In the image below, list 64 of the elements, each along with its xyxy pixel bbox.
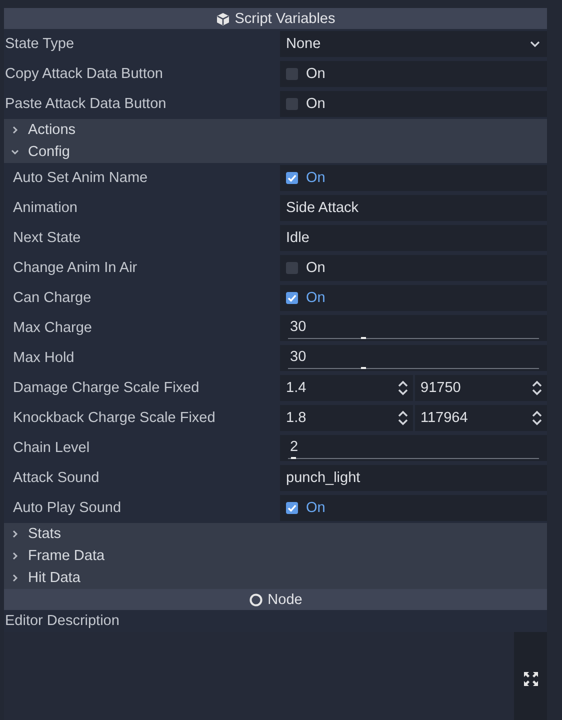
- property-label: Auto Play Sound: [12, 500, 122, 516]
- property-label: Editor Description: [4, 613, 120, 629]
- group-label: Hit Data: [28, 570, 80, 586]
- checkbox-label: On: [306, 170, 326, 186]
- property-label: Change Anim In Air: [12, 260, 138, 276]
- property-label: Copy Attack Data Button: [4, 66, 163, 82]
- property-label: State Type: [4, 36, 74, 52]
- spin-arrows-icon: [396, 410, 408, 426]
- group-header[interactable]: Hit Data: [4, 567, 547, 589]
- group-header[interactable]: Config: [4, 141, 547, 163]
- property-label: Max Hold: [12, 350, 74, 366]
- property-label: Chain Level: [12, 440, 90, 456]
- text-field[interactable]: Idle: [280, 225, 547, 251]
- spin-box[interactable]: 117964: [414, 405, 547, 431]
- property-label: Attack Sound: [12, 470, 100, 486]
- spin-box[interactable]: 1.8: [280, 405, 412, 431]
- slider-field[interactable]: 30: [280, 345, 547, 371]
- chevron-right-icon: [10, 551, 20, 561]
- spin-box[interactable]: 1.4: [280, 375, 412, 401]
- checkbox-label: On: [306, 500, 326, 516]
- checkbox-label: On: [306, 290, 326, 306]
- property-label: Paste Attack Data Button: [4, 96, 166, 112]
- checkbox[interactable]: [286, 98, 298, 110]
- checkbox-label: On: [306, 260, 326, 276]
- group-label: Actions: [28, 122, 76, 138]
- checkbox-label: On: [306, 66, 326, 82]
- text-field[interactable]: punch_light: [280, 465, 547, 491]
- group-label: Stats: [28, 526, 62, 542]
- chevron-right-icon: [10, 573, 20, 583]
- cube-icon: [216, 12, 230, 26]
- group-header[interactable]: Stats: [4, 523, 547, 545]
- checkbox[interactable]: [286, 68, 298, 80]
- dropdown[interactable]: None: [280, 31, 547, 57]
- category-title: Node: [268, 592, 302, 608]
- slider-field[interactable]: 30: [280, 315, 547, 341]
- circle-icon: [248, 592, 263, 606]
- category-title: Script Variables: [234, 10, 336, 26]
- group-label: Frame Data: [28, 548, 105, 564]
- expand-button[interactable]: [514, 632, 547, 720]
- property-label: Next State: [12, 230, 81, 246]
- property-label: Knockback Charge Scale Fixed: [12, 410, 216, 426]
- property-label: Max Charge: [12, 320, 92, 336]
- group-header[interactable]: Frame Data: [4, 545, 547, 567]
- chevron-right-icon: [10, 125, 20, 135]
- chevron-right-icon: [10, 529, 20, 539]
- checkbox[interactable]: [286, 172, 298, 184]
- property-label: Animation: [12, 200, 78, 216]
- spin-arrows-icon: [396, 380, 408, 396]
- expand-icon: [522, 671, 538, 687]
- property-label: Damage Charge Scale Fixed: [12, 380, 200, 396]
- property-label: Auto Set Anim Name: [12, 170, 148, 186]
- chevron-down-icon: [10, 147, 20, 157]
- checkbox[interactable]: [286, 292, 298, 304]
- checkbox[interactable]: [286, 502, 298, 514]
- group-label: Config: [28, 144, 70, 160]
- spin-arrows-icon: [531, 380, 543, 396]
- group-header[interactable]: Actions: [4, 119, 547, 141]
- spin-box[interactable]: 91750: [414, 375, 547, 401]
- checkbox[interactable]: [286, 262, 298, 274]
- checkbox-label: On: [306, 96, 326, 112]
- property-label: Can Charge: [12, 290, 92, 306]
- slider-field[interactable]: 2: [280, 435, 547, 461]
- spin-arrows-icon: [531, 410, 543, 426]
- text-field[interactable]: Side Attack: [280, 195, 547, 221]
